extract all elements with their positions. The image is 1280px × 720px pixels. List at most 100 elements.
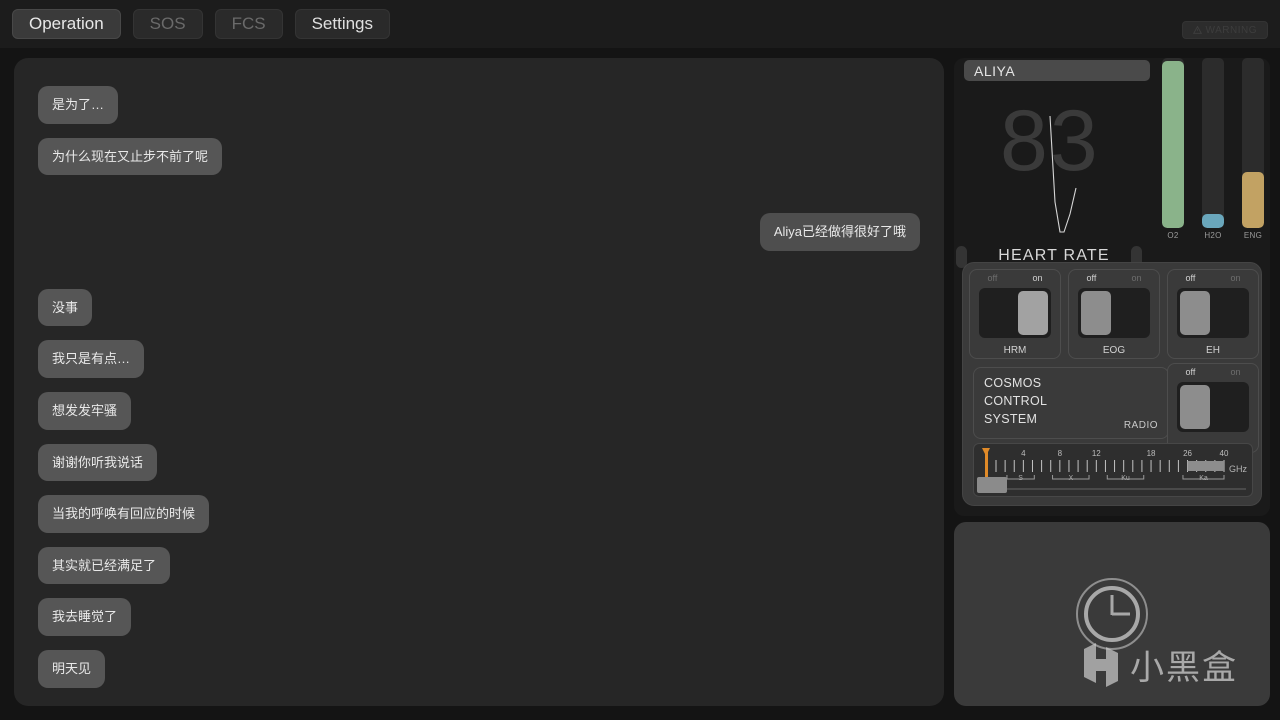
switch-radio-on-label: on: [1230, 367, 1241, 377]
cosmos-line-1: COSMOS: [984, 376, 1042, 390]
switch-hrm-on-label: on: [1032, 273, 1043, 283]
chat-spacer: [38, 265, 920, 289]
warning-button[interactable]: WARNING: [1181, 21, 1268, 39]
switch-radio-track[interactable]: [1177, 382, 1249, 432]
switch-eog-on-label: on: [1131, 273, 1142, 283]
tuner-band-label: Ka: [1199, 475, 1208, 482]
tuner-tick-label: 26: [1183, 449, 1192, 458]
chat-message-row: 当我的呼唤有回应的时候: [38, 495, 920, 533]
chat-message-row: 其实就已经满足了: [38, 546, 920, 585]
watermark: 小黑盒: [1080, 640, 1238, 689]
tuner-tick-label: 12: [1092, 449, 1101, 458]
chat-bubble[interactable]: 当我的呼唤有回应的时候: [38, 495, 210, 533]
chat-message-row: Aliya已经做得很好了哦: [38, 213, 920, 251]
switch-radio-off-label: off: [1185, 367, 1196, 377]
chat-message-row: 想发发牢骚: [38, 391, 920, 430]
tab-sos[interactable]: SOS: [132, 9, 203, 39]
switch-eh-labels: off on: [1168, 273, 1258, 283]
control-switch-panel: off on HRM off on EOG off on EH COSMOS C…: [962, 262, 1262, 506]
clock-panel: 小黑盒: [954, 522, 1270, 706]
tab-operation[interactable]: Operation: [12, 9, 121, 39]
chat-message-row: 我只是有点…: [38, 340, 920, 378]
tuner-unit-label: GHz: [1229, 464, 1247, 474]
switch-radio-knob[interactable]: [1180, 385, 1210, 429]
chat-panel: 是为了… 为什么现在又止步不前了呢 Aliya已经做得很好了哦没事我只是有点… 想发发…: [14, 58, 944, 706]
tuner-tick-label: 18: [1147, 449, 1156, 458]
switch-eh-knob[interactable]: [1180, 291, 1210, 335]
chat-message-row: 是为了…: [38, 86, 920, 124]
switch-hrm-labels: off on: [970, 273, 1060, 283]
switch-eog[interactable]: off on EOG: [1068, 269, 1160, 359]
warning-button-label: WARNING: [1205, 24, 1257, 36]
switch-eog-knob[interactable]: [1081, 291, 1111, 335]
tab-sos-label: SOS: [149, 14, 186, 33]
chat-message-row: 谢谢你听我说话: [38, 443, 920, 482]
cosmos-control-system-box: COSMOS CONTROL SYSTEM RADIO: [973, 367, 1169, 439]
switch-radio[interactable]: off on: [1167, 363, 1259, 453]
tuner-scale: 4 8 12 18 26 40 S X Ku Ka: [980, 449, 1246, 490]
tuner-band-label: X: [1068, 475, 1073, 482]
gauge-eng: ENG: [1242, 58, 1264, 240]
switch-eog-track[interactable]: [1078, 288, 1150, 338]
gauge-h2o-track: [1202, 58, 1224, 228]
tab-settings[interactable]: Settings: [294, 9, 391, 39]
gauge-o2: O2: [1162, 58, 1184, 240]
tuner-band-label: S: [1018, 475, 1023, 482]
tuner-pointer-stem: [985, 452, 988, 480]
gauge-o2-fill: [1162, 61, 1184, 228]
chat-bubble[interactable]: 明天见: [38, 649, 106, 688]
tuner-highlighted-band: [1187, 461, 1224, 471]
gauge-eng-fill: [1242, 171, 1264, 228]
tab-fcs[interactable]: FCS: [214, 9, 283, 39]
chat-bubble[interactable]: 谢谢你听我说话: [38, 443, 158, 482]
crew-name-label: ALIYA: [974, 62, 1016, 79]
chat-bubble[interactable]: 为什么现在又止步不前了呢: [38, 137, 223, 176]
tuner-band-label: Ku: [1121, 475, 1130, 482]
xiaoheihe-logo-icon: [1084, 642, 1118, 687]
switch-hrm-track[interactable]: [979, 288, 1051, 338]
tab-settings-label: Settings: [311, 14, 374, 33]
switch-eog-labels: off on: [1069, 273, 1159, 283]
tab-fcs-label: FCS: [231, 14, 266, 33]
chat-bubble[interactable]: 想发发牢骚: [38, 391, 132, 430]
gauge-eng-label: ENG: [1243, 231, 1263, 240]
tuner-tick-label: 8: [1058, 449, 1063, 458]
gauge-h2o-fill: [1202, 214, 1224, 228]
chat-message-list[interactable]: 是为了… 为什么现在又止步不前了呢 Aliya已经做得很好了哦没事我只是有点… 想发发…: [14, 58, 944, 706]
chat-bubble[interactable]: Aliya已经做得很好了哦: [759, 213, 920, 251]
tuner-slider-grip[interactable]: [977, 477, 1007, 493]
warning-triangle-icon: [1192, 26, 1202, 34]
gauge-o2-track: [1162, 58, 1184, 228]
gauge-eng-track: [1242, 58, 1264, 228]
switch-eh-track[interactable]: [1177, 288, 1249, 338]
chat-spacer: [38, 189, 920, 213]
tab-operation-label: Operation: [29, 14, 104, 33]
ecg-waveform-icon: [1049, 115, 1077, 233]
switch-hrm-knob[interactable]: [1018, 291, 1048, 335]
chat-bubble[interactable]: 其实就已经满足了: [38, 546, 171, 585]
watermark-text: 小黑盒: [1130, 648, 1238, 688]
gauge-h2o-label: H2O: [1204, 231, 1222, 240]
radio-label: RADIO: [1123, 420, 1158, 431]
top-tab-bar: Operation SOS FCS Settings WARNING: [0, 0, 1280, 48]
tuner-tick-label: 40: [1220, 449, 1229, 458]
chat-message-row: 没事: [38, 288, 920, 327]
chat-bubble[interactable]: 是为了…: [38, 86, 119, 124]
gauge-h2o: H2O: [1202, 58, 1224, 240]
heart-rate-display: 83 HEART RATE: [954, 84, 1154, 268]
cosmos-line-2: CONTROL: [984, 394, 1048, 409]
chat-bubble[interactable]: 我去睡觉了: [38, 598, 132, 636]
chat-bubble[interactable]: 没事: [38, 288, 93, 327]
switch-eh-name: EH: [1206, 345, 1220, 356]
crew-name-badge: ALIYA: [964, 60, 1150, 81]
gauge-o2-label: O2: [1167, 231, 1179, 240]
switch-hrm[interactable]: off on HRM: [969, 269, 1061, 359]
switch-eh[interactable]: off on EH: [1167, 269, 1259, 359]
switch-hrm-name: HRM: [1003, 345, 1027, 356]
chat-bubble[interactable]: 我只是有点…: [38, 340, 145, 378]
switch-eog-name: EOG: [1102, 345, 1126, 356]
radio-frequency-tuner[interactable]: 4 8 12 18 26 40 S X Ku Ka GHz: [973, 443, 1253, 497]
switch-radio-labels: off on: [1168, 367, 1258, 377]
chat-message-row: 为什么现在又止步不前了呢: [38, 137, 920, 176]
tuner-handle-pointer[interactable]: [982, 446, 991, 480]
